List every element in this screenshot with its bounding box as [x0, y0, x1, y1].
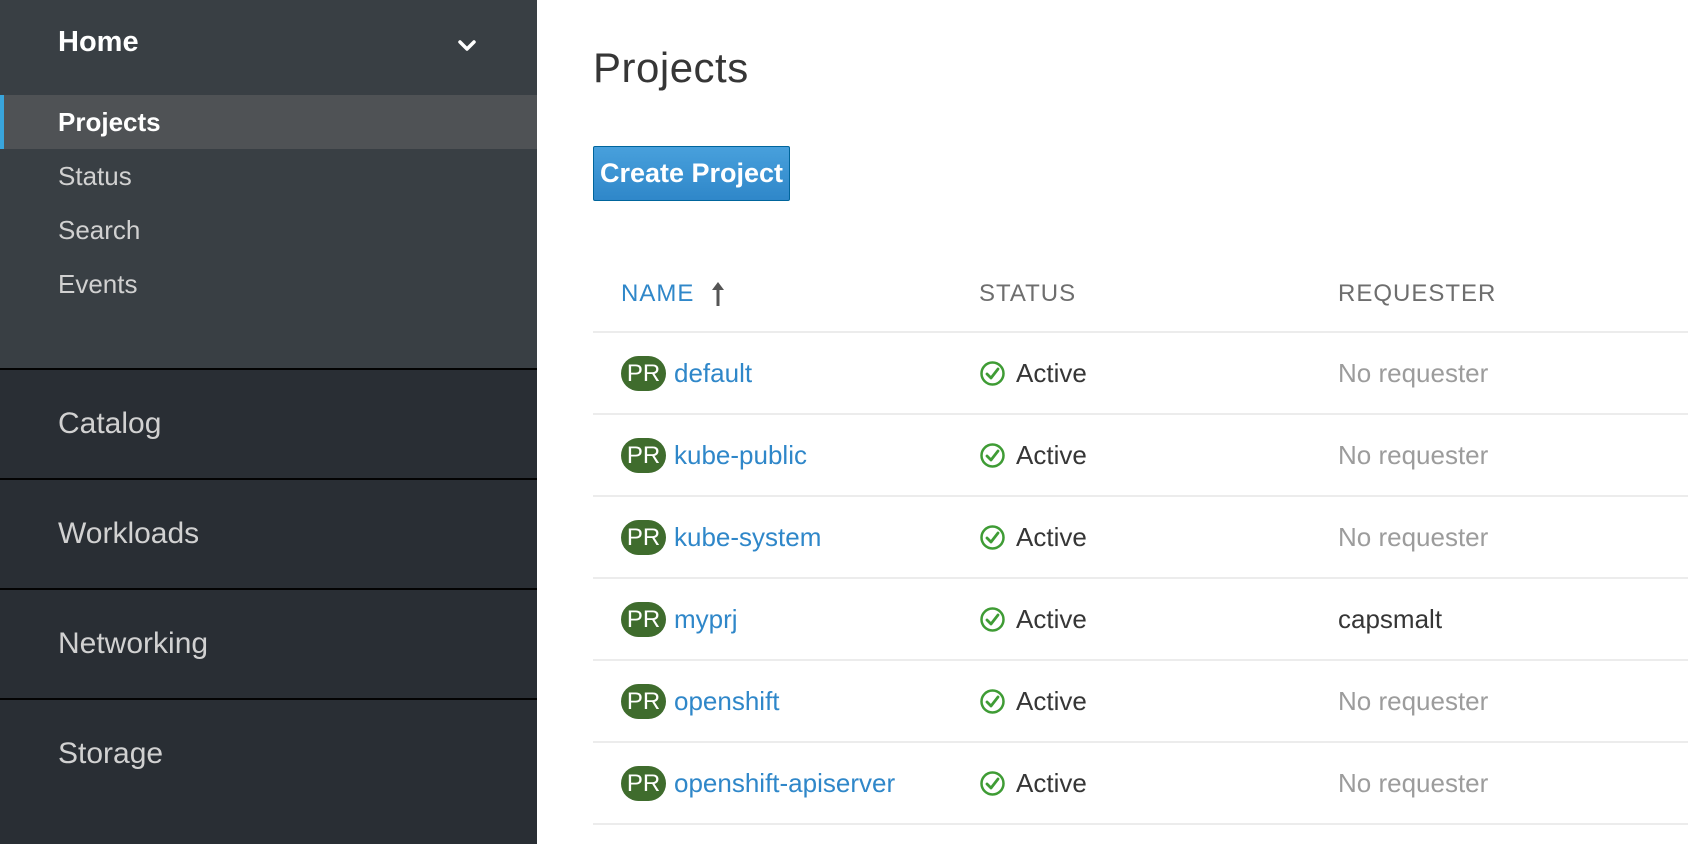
requester-text: No requester	[1338, 439, 1489, 470]
name-cell: PR default	[621, 355, 979, 391]
main-content: Projects Create Project NAME STATUS REQU…	[537, 0, 1688, 844]
project-link[interactable]: kube-public	[674, 440, 807, 471]
name-cell: PR openshift-apiserver	[621, 765, 979, 801]
project-link[interactable]: openshift	[674, 686, 780, 717]
project-badge: PR	[621, 519, 666, 555]
sidebar-section-workloads[interactable]: Workloads	[0, 478, 537, 588]
name-column-header[interactable]: NAME	[621, 280, 979, 308]
project-badge: PR	[621, 437, 666, 473]
sidebar-section-catalog[interactable]: Catalog	[0, 368, 537, 478]
status-cell: Active	[979, 440, 1338, 471]
status-cell: Active	[979, 358, 1338, 389]
project-link[interactable]: default	[674, 358, 752, 389]
status-cell: Active	[979, 522, 1338, 553]
project-badge: PR	[621, 683, 666, 719]
toolbar: Create Project	[593, 100, 1688, 201]
sidebar: Home Projects Status Search Events Catal…	[0, 0, 537, 844]
check-circle-icon	[980, 770, 1005, 796]
requester-text: No requester	[1338, 357, 1489, 388]
requester-text: capsmalt	[1338, 603, 1443, 634]
table-row: PR kube-public Active No requester	[593, 415, 1688, 497]
project-badge: PR	[621, 355, 666, 391]
status-cell: Active	[979, 686, 1338, 717]
home-subnav: Projects Status Search Events	[0, 95, 537, 311]
sidebar-section-storage[interactable]: Storage	[0, 698, 537, 808]
requester-cell: No requester	[1338, 522, 1688, 553]
requester-cell: No requester	[1338, 768, 1688, 799]
check-circle-icon	[980, 360, 1005, 386]
status-header-label: STATUS	[979, 280, 1077, 307]
name-cell: PR kube-public	[621, 437, 979, 473]
table-row: PR myprj Active capsmalt	[593, 579, 1688, 661]
name-cell: PR kube-system	[621, 519, 979, 555]
sidebar-item-events[interactable]: Events	[0, 257, 537, 311]
requester-cell: No requester	[1338, 440, 1688, 471]
check-circle-icon	[980, 606, 1005, 632]
table-row: PR default Active No requester	[593, 333, 1688, 415]
create-project-button[interactable]: Create Project	[593, 146, 790, 201]
check-circle-icon	[980, 524, 1005, 550]
table-row: PR openshift-apiserver Active No request…	[593, 743, 1688, 825]
table-row: PR kube-system Active No requester	[593, 497, 1688, 579]
status-cell: Active	[979, 768, 1338, 799]
project-link[interactable]: openshift-apiserver	[674, 768, 895, 799]
sidebar-item-projects[interactable]: Projects	[0, 95, 537, 149]
home-title: Home	[58, 26, 139, 58]
table-row: PR openshift Active No requester	[593, 661, 1688, 743]
name-cell: PR openshift	[621, 683, 979, 719]
check-circle-icon	[980, 442, 1005, 468]
project-link[interactable]: myprj	[674, 604, 738, 635]
status-column-header: STATUS	[979, 280, 1338, 308]
status-text: Active	[1016, 603, 1087, 634]
name-header-label[interactable]: NAME	[621, 280, 694, 308]
project-badge: PR	[621, 601, 666, 637]
page-title: Projects	[593, 44, 749, 91]
sidebar-item-search[interactable]: Search	[0, 203, 537, 257]
requester-text: No requester	[1338, 767, 1489, 798]
check-circle-icon	[980, 688, 1005, 714]
name-cell: PR myprj	[621, 601, 979, 637]
table-header: NAME STATUS REQUESTER	[593, 257, 1688, 333]
status-text: Active	[1016, 521, 1087, 552]
requester-text: No requester	[1338, 521, 1489, 552]
home-header[interactable]: Home	[0, 0, 537, 95]
sidebar-section-networking[interactable]: Networking	[0, 588, 537, 698]
requester-header-label: REQUESTER	[1338, 280, 1497, 307]
requester-cell: capsmalt	[1338, 604, 1688, 635]
status-text: Active	[1016, 357, 1087, 388]
home-section: Home Projects Status Search Events	[0, 0, 537, 368]
sidebar-item-status[interactable]: Status	[0, 149, 537, 203]
app: Home Projects Status Search Events Catal…	[0, 0, 1688, 844]
status-text: Active	[1016, 439, 1087, 470]
project-link[interactable]: kube-system	[674, 522, 821, 553]
requester-cell: No requester	[1338, 686, 1688, 717]
requester-text: No requester	[1338, 685, 1489, 716]
project-badge: PR	[621, 765, 666, 801]
requester-column-header: REQUESTER	[1338, 280, 1688, 308]
requester-cell: No requester	[1338, 358, 1688, 389]
projects-table: NAME STATUS REQUESTER PR default Active …	[593, 257, 1688, 825]
status-text: Active	[1016, 767, 1087, 798]
status-text: Active	[1016, 685, 1087, 716]
chevron-down-icon[interactable]	[455, 34, 479, 58]
arrow-up-icon[interactable]	[708, 280, 728, 308]
status-cell: Active	[979, 604, 1338, 635]
